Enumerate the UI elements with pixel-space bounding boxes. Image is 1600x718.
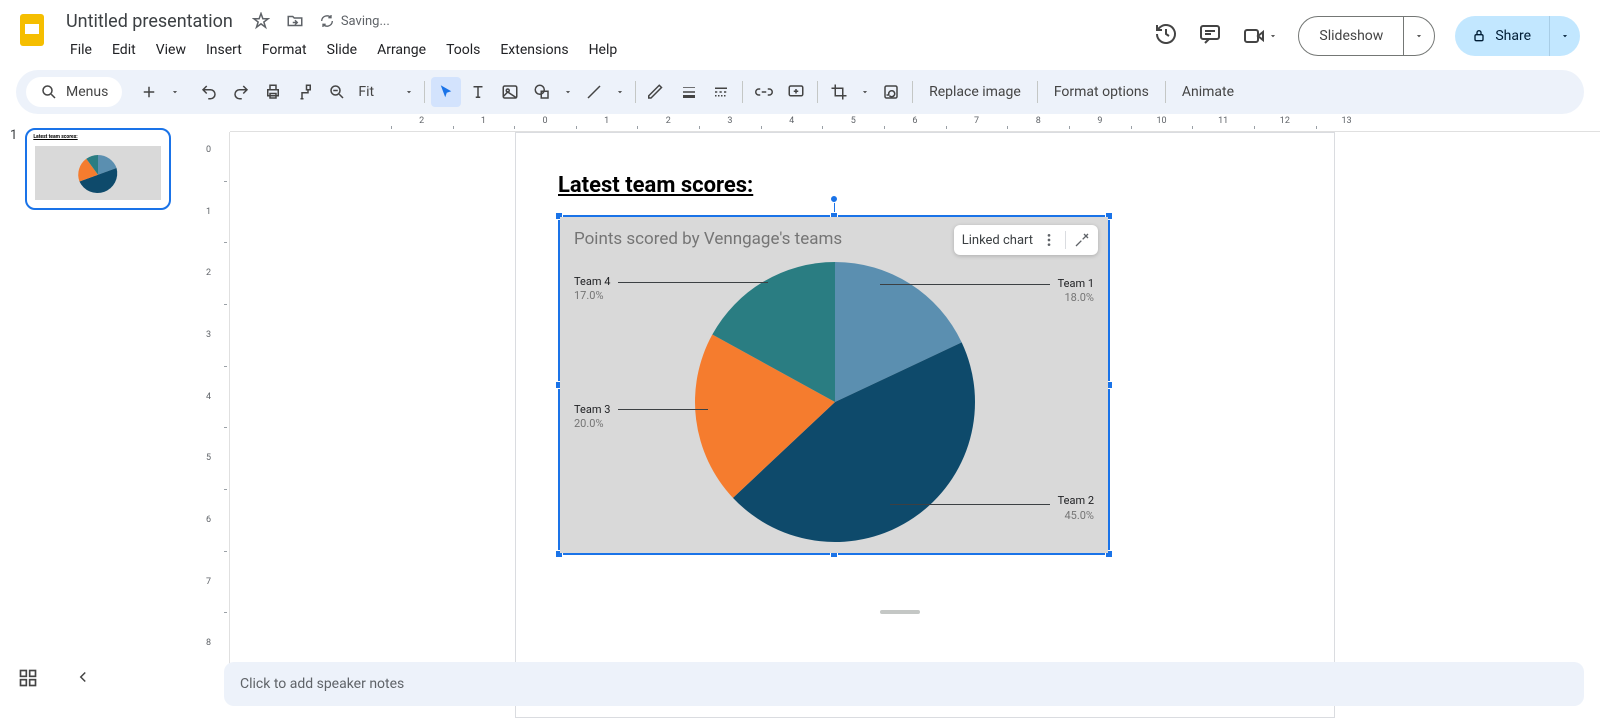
chart-title: Points scored by Venngage's teams	[574, 229, 842, 249]
chart-label-team2: Team 245.0%	[1058, 494, 1094, 523]
toolbar: Menus Fit Replace image Format options A…	[16, 70, 1584, 114]
menu-insert[interactable]: Insert	[198, 38, 250, 62]
new-slide-dropdown[interactable]	[166, 87, 184, 97]
replace-image-button[interactable]: Replace image	[919, 84, 1031, 100]
line-dropdown[interactable]	[611, 87, 629, 97]
doc-title[interactable]: Untitled presentation	[62, 9, 237, 34]
select-tool[interactable]	[431, 77, 461, 107]
link-button[interactable]	[749, 77, 779, 107]
menu-tools[interactable]: Tools	[438, 38, 488, 62]
zoom-icon[interactable]	[322, 77, 352, 107]
slideshow-dropdown[interactable]	[1403, 17, 1434, 55]
menu-extensions[interactable]: Extensions	[492, 38, 576, 62]
rotate-handle[interactable]	[830, 195, 838, 203]
border-color-button[interactable]	[642, 77, 672, 107]
slideshow-button[interactable]: Slideshow	[1298, 16, 1435, 56]
star-icon[interactable]	[251, 11, 271, 31]
border-dash-button[interactable]	[706, 77, 736, 107]
format-options-button[interactable]: Format options	[1044, 84, 1159, 100]
comment-button[interactable]	[781, 77, 811, 107]
menu-view[interactable]: View	[148, 38, 194, 62]
zoom-select[interactable]: Fit	[354, 84, 418, 100]
chart-label-team4: Team 417.0%	[574, 275, 610, 304]
history-icon[interactable]	[1154, 22, 1178, 50]
more-icon[interactable]	[1041, 232, 1057, 248]
image-tool[interactable]	[495, 77, 525, 107]
notes-drag-handle[interactable]	[880, 610, 920, 614]
border-weight-button[interactable]	[674, 77, 704, 107]
menubar: File Edit View Insert Format Slide Arran…	[62, 38, 1154, 62]
share-button[interactable]: Share	[1455, 16, 1580, 56]
menu-file[interactable]: File	[62, 38, 100, 62]
redo-button[interactable]	[226, 77, 256, 107]
share-dropdown[interactable]	[1549, 16, 1580, 56]
shape-tool[interactable]	[527, 77, 557, 107]
undo-button[interactable]	[194, 77, 224, 107]
ruler-horizontal: 21012345678910111213	[230, 114, 1600, 132]
line-tool[interactable]	[579, 77, 609, 107]
slide-number: 1	[10, 128, 17, 210]
explore-icon[interactable]	[18, 668, 38, 692]
slide-canvas[interactable]: Latest team scores: Points scored by Ven…	[515, 132, 1335, 718]
slide-heading[interactable]: Latest team scores:	[558, 173, 753, 198]
menu-edit[interactable]: Edit	[104, 38, 144, 62]
shape-dropdown[interactable]	[559, 87, 577, 97]
slides-logo[interactable]	[16, 12, 52, 48]
linked-chart-badge[interactable]: Linked chart	[954, 225, 1098, 255]
prev-slide-icon[interactable]	[74, 668, 92, 692]
unlink-icon[interactable]	[1074, 232, 1090, 248]
menu-help[interactable]: Help	[581, 38, 626, 62]
print-button[interactable]	[258, 77, 288, 107]
reset-image-button[interactable]	[876, 77, 906, 107]
ruler-vertical: 012345678	[200, 132, 230, 670]
menu-arrange[interactable]: Arrange	[369, 38, 434, 62]
speaker-notes[interactable]: Click to add speaker notes	[224, 662, 1584, 706]
linked-chart[interactable]: Points scored by Venngage's teams Linked…	[560, 217, 1108, 553]
crop-button[interactable]	[824, 77, 854, 107]
menu-slide[interactable]: Slide	[319, 38, 365, 62]
comments-icon[interactable]	[1198, 22, 1222, 50]
search-menus[interactable]: Menus	[26, 77, 122, 107]
saving-status: Saving...	[319, 13, 390, 29]
meet-icon[interactable]	[1242, 24, 1278, 48]
menu-format[interactable]: Format	[254, 38, 315, 62]
slide-thumbnail-1[interactable]: Latest team scores:	[25, 128, 171, 210]
chart-selection[interactable]: Points scored by Venngage's teams Linked…	[558, 215, 1110, 555]
paint-format-button[interactable]	[290, 77, 320, 107]
textbox-tool[interactable]	[463, 77, 493, 107]
new-slide-button[interactable]	[134, 77, 164, 107]
animate-button[interactable]: Animate	[1172, 84, 1244, 100]
chart-label-team3: Team 320.0%	[574, 403, 610, 432]
crop-dropdown[interactable]	[856, 87, 874, 97]
move-icon[interactable]	[285, 11, 305, 31]
chart-label-team1: Team 118.0%	[1058, 277, 1094, 306]
